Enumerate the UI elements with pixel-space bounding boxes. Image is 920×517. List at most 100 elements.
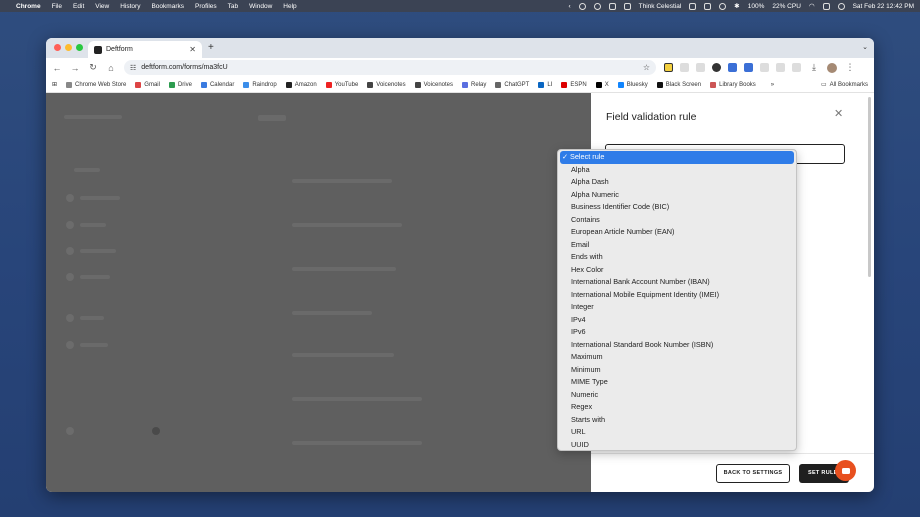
dropdown-option[interactable]: UUID bbox=[560, 439, 794, 452]
apps-grid-icon[interactable]: ⊞ bbox=[52, 81, 57, 88]
bookmark-item[interactable]: Voicenotes bbox=[367, 81, 406, 88]
bookmark-item[interactable]: Raindrop bbox=[243, 81, 277, 88]
close-tab-icon[interactable]: ✕ bbox=[189, 45, 196, 54]
dropdown-option[interactable]: Hex Color bbox=[560, 264, 794, 277]
dropdown-option[interactable]: URL bbox=[560, 426, 794, 439]
menu-history[interactable]: History bbox=[120, 3, 140, 10]
status-icon[interactable] bbox=[689, 2, 697, 10]
minimize-window-button[interactable] bbox=[65, 44, 72, 51]
extension-icon[interactable] bbox=[696, 63, 705, 72]
status-icon[interactable] bbox=[578, 2, 586, 10]
extension-icon[interactable] bbox=[744, 63, 753, 72]
dropdown-option[interactable]: Regex bbox=[560, 401, 794, 414]
menu-profiles[interactable]: Profiles bbox=[195, 3, 217, 10]
status-icon[interactable] bbox=[608, 2, 616, 10]
dropdown-option-selected[interactable]: ✓ Select rule bbox=[560, 151, 794, 164]
reload-icon[interactable]: ↻ bbox=[88, 62, 98, 73]
extension-icon[interactable] bbox=[760, 63, 769, 72]
bookmark-item[interactable]: Drive bbox=[168, 81, 192, 88]
dropdown-option[interactable]: Ends with bbox=[560, 251, 794, 264]
url-text[interactable]: deftform.com/forms/ma3fcU bbox=[141, 64, 227, 71]
bookmark-item[interactable]: ESPN bbox=[561, 81, 587, 88]
bookmark-item[interactable]: Bluesky bbox=[617, 81, 648, 88]
menu-window[interactable]: Window bbox=[249, 3, 272, 10]
chevron-left-icon[interactable]: ‹ bbox=[568, 3, 570, 10]
dropdown-option[interactable]: IPv6 bbox=[560, 326, 794, 339]
dropdown-option[interactable]: International Mobile Equipment Identity … bbox=[560, 289, 794, 302]
clock-text[interactable]: Sat Feb 22 12:42 PM bbox=[853, 3, 914, 10]
wifi-icon[interactable]: ◠ bbox=[809, 2, 815, 10]
menu-edit[interactable]: Edit bbox=[73, 3, 84, 10]
dropdown-option[interactable]: Business Identifier Code (BIC) bbox=[560, 201, 794, 214]
bookmark-star-icon[interactable]: ☆ bbox=[643, 63, 650, 72]
bookmark-item[interactable]: Voicenotes bbox=[414, 81, 453, 88]
bookmark-item[interactable]: YouTube bbox=[325, 81, 358, 88]
dropdown-option[interactable]: European Article Number (EAN) bbox=[560, 226, 794, 239]
volume-icon[interactable] bbox=[719, 2, 727, 10]
tab-search-icon[interactable]: ⌄ bbox=[862, 43, 868, 51]
extensions-puzzle-icon[interactable] bbox=[792, 63, 801, 72]
status-icon[interactable] bbox=[623, 2, 631, 10]
more-menu-icon[interactable]: ⋮ bbox=[845, 62, 855, 73]
bookmark-item[interactable]: ChatGPT bbox=[495, 81, 529, 88]
dropdown-option[interactable]: MIME Type bbox=[560, 376, 794, 389]
extension-icon[interactable] bbox=[728, 63, 737, 72]
download-icon[interactable]: ⤓ bbox=[809, 62, 819, 73]
cpu-text[interactable]: 22% CPU bbox=[772, 3, 801, 10]
extension-icon[interactable] bbox=[680, 63, 689, 72]
menu-bookmarks[interactable]: Bookmarks bbox=[151, 3, 184, 10]
bookmark-item[interactable]: Amazon bbox=[285, 81, 317, 88]
dropdown-option[interactable]: Contains bbox=[560, 214, 794, 227]
control-center-icon[interactable] bbox=[822, 2, 830, 10]
maximize-window-button[interactable] bbox=[76, 44, 83, 51]
dropdown-option[interactable]: Starts with bbox=[560, 414, 794, 427]
chat-widget-button[interactable] bbox=[835, 460, 856, 481]
dropdown-option[interactable]: Alpha Numeric bbox=[560, 189, 794, 202]
focus-status-text[interactable]: Think Celestial bbox=[639, 3, 682, 10]
dropdown-option[interactable]: International Bank Account Number (IBAN) bbox=[560, 276, 794, 289]
back-to-settings-button[interactable]: BACK TO SETTINGS bbox=[716, 464, 790, 483]
dropdown-option[interactable]: Email bbox=[560, 239, 794, 252]
bookmark-item[interactable]: X bbox=[595, 81, 609, 88]
new-tab-icon[interactable]: + bbox=[208, 42, 214, 53]
bluetooth-icon[interactable]: ✱ bbox=[734, 2, 739, 10]
dropdown-option[interactable]: Minimum bbox=[560, 364, 794, 377]
dropdown-option[interactable]: Alpha Dash bbox=[560, 176, 794, 189]
site-settings-icon[interactable]: ☷ bbox=[130, 64, 136, 72]
close-icon[interactable]: ✕ bbox=[834, 107, 843, 120]
back-icon[interactable]: ← bbox=[52, 63, 62, 73]
tab-deftform[interactable]: Deftform ✕ bbox=[88, 41, 202, 58]
extension-icon[interactable] bbox=[712, 63, 721, 72]
siri-icon[interactable] bbox=[837, 2, 845, 10]
bookmark-item[interactable]: Gmail bbox=[135, 81, 160, 88]
bookmarks-overflow-icon[interactable]: » bbox=[771, 82, 774, 88]
address-bar[interactable]: ☷ deftform.com/forms/ma3fcU ☆ bbox=[124, 60, 656, 75]
extension-icon[interactable] bbox=[664, 63, 673, 72]
forward-icon[interactable]: → bbox=[70, 63, 80, 73]
dropdown-option[interactable]: International Standard Book Number (ISBN… bbox=[560, 339, 794, 352]
menu-tab[interactable]: Tab bbox=[228, 3, 238, 10]
bookmark-item[interactable]: Relay bbox=[462, 81, 486, 88]
bookmark-item[interactable]: Black Screen bbox=[656, 81, 701, 88]
bookmark-item[interactable]: Chrome Web Store bbox=[66, 81, 126, 88]
dropdown-option[interactable]: IPv4 bbox=[560, 314, 794, 327]
panel-scrollbar[interactable] bbox=[868, 97, 871, 277]
menu-file[interactable]: File bbox=[52, 3, 62, 10]
menu-app-name[interactable]: Chrome bbox=[16, 3, 41, 10]
menu-help[interactable]: Help bbox=[283, 3, 296, 10]
status-icon[interactable] bbox=[593, 2, 601, 10]
dropdown-option[interactable]: Integer bbox=[560, 301, 794, 314]
bookmark-item[interactable]: LI bbox=[538, 81, 552, 88]
close-window-button[interactable] bbox=[54, 44, 61, 51]
bookmark-item[interactable]: Library Books bbox=[710, 81, 756, 88]
all-bookmarks[interactable]: ▭ All Bookmarks bbox=[821, 81, 868, 89]
profile-avatar[interactable] bbox=[827, 62, 837, 73]
extension-icon[interactable] bbox=[776, 63, 785, 72]
home-icon[interactable]: ⌂ bbox=[106, 63, 116, 73]
dropdown-option[interactable]: Numeric bbox=[560, 389, 794, 402]
battery-text[interactable]: 100% bbox=[748, 3, 765, 10]
menu-view[interactable]: View bbox=[95, 3, 109, 10]
dropdown-option[interactable]: Alpha bbox=[560, 164, 794, 177]
bookmark-item[interactable]: Calendar bbox=[200, 81, 234, 88]
dropdown-option[interactable]: Maximum bbox=[560, 351, 794, 364]
